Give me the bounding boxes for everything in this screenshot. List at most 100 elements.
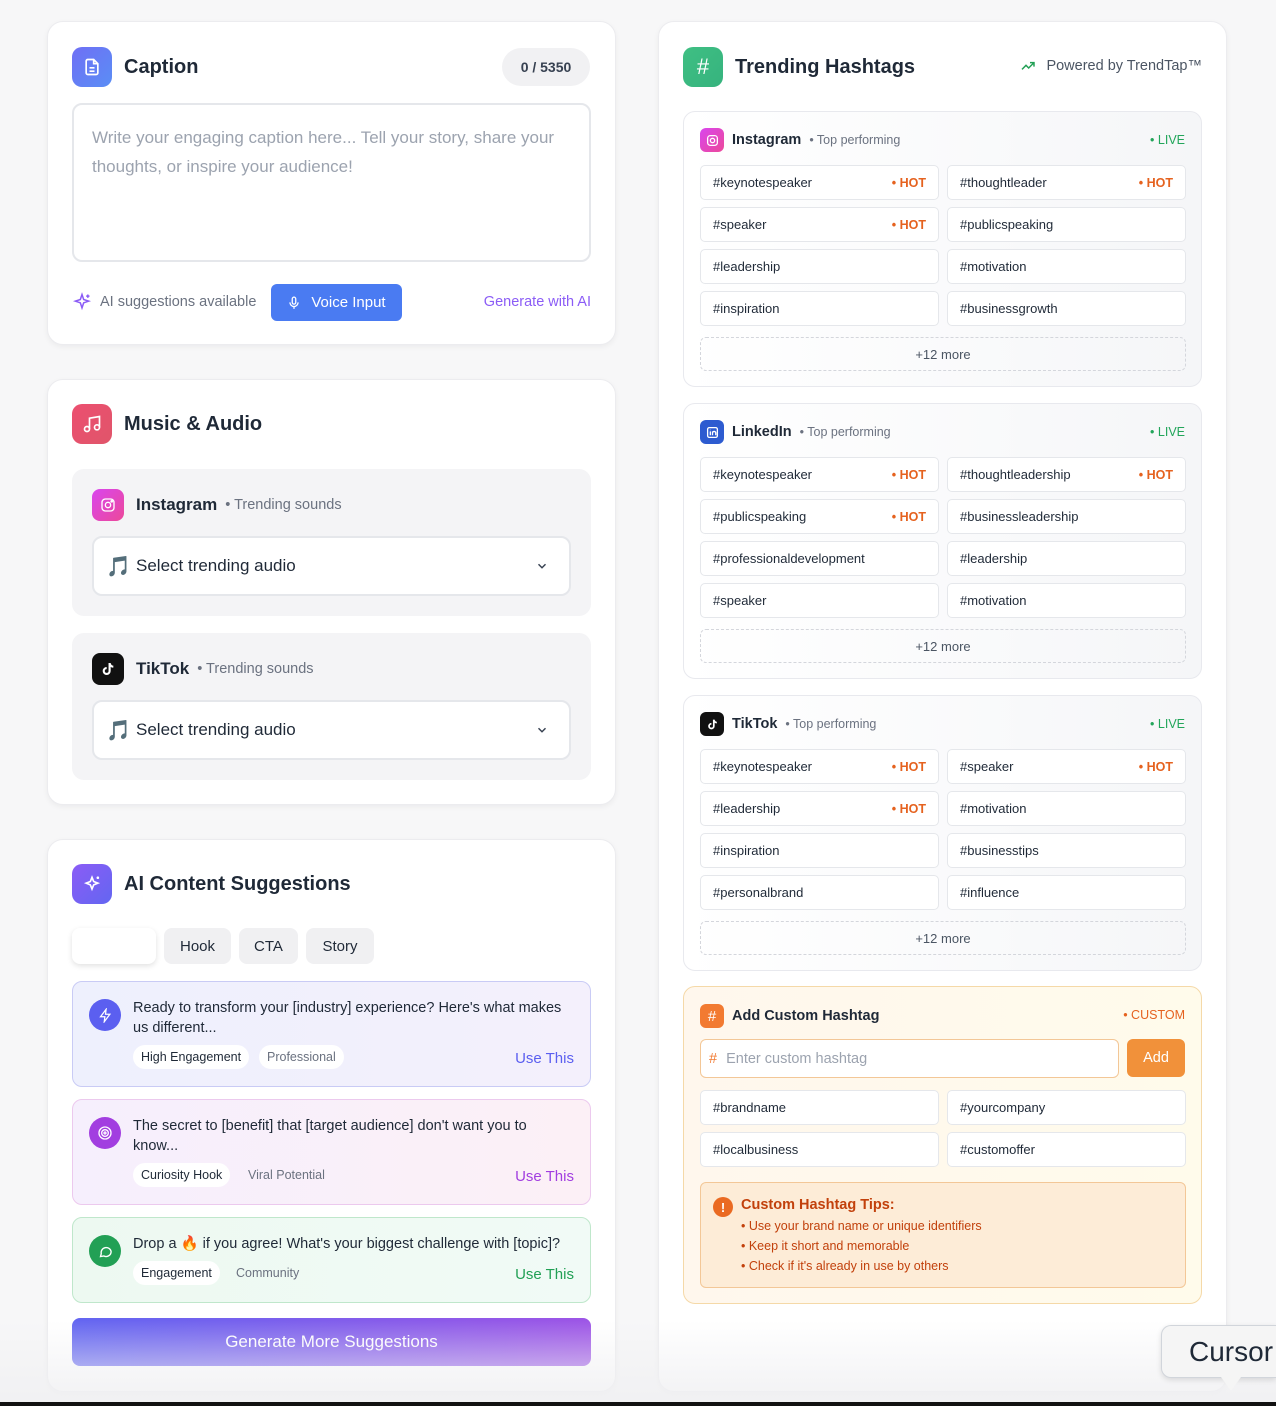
hashtag-chip[interactable]: #motivation [947, 249, 1186, 284]
platform-sub: • Trending sounds [225, 497, 342, 513]
hashtag-chip[interactable]: #businesstips [947, 833, 1186, 868]
suggestion-text: Drop a 🔥 if you agree! What's your bigge… [133, 1236, 561, 1252]
custom-badge: • CUSTOM [1123, 1008, 1185, 1022]
caption-input[interactable]: Write your engaging caption here... Tell… [72, 103, 591, 262]
hot-badge: • HOT [891, 217, 926, 232]
custom-tag[interactable]: #localbusiness [700, 1132, 939, 1167]
tag-text: #personalbrand [713, 885, 804, 900]
hashtag-chip[interactable]: #motivation [947, 791, 1186, 826]
hashtag-chip[interactable]: #businessleadership [947, 499, 1186, 534]
tag-text: #keynotespeaker [713, 175, 813, 190]
chat-bubble-icon [89, 1235, 121, 1267]
instagram-audio-select[interactable]: 🎵 Select trending audio [92, 536, 571, 596]
voice-input-button[interactable]: Voice Input [271, 284, 402, 321]
hashtag-chip[interactable]: #thoughtleadership • HOT [947, 457, 1186, 492]
tiktok-audio-select[interactable]: 🎵 Select trending audio [92, 700, 571, 760]
tiktok-audio-section: TikTok • Trending sounds 🎵 Select trendi… [72, 633, 591, 780]
tag-text: #leadership [713, 801, 781, 816]
tab-active[interactable] [72, 928, 156, 964]
custom-tag[interactable]: #yourcompany [947, 1090, 1186, 1125]
platform-name: LinkedIn [732, 424, 792, 440]
hot-badge: • HOT [891, 801, 926, 816]
chevron-down-icon [537, 563, 547, 569]
tab-cta[interactable]: CTA [239, 928, 298, 964]
tip-item: • Keep it short and memorable [741, 1239, 910, 1253]
hashtag-chip[interactable]: #professionaldevelopment [700, 541, 939, 576]
more-hashtags-button[interactable]: +12 more [700, 921, 1186, 955]
tag-text: #leadership [713, 259, 781, 274]
platform-name: TikTok [732, 716, 778, 732]
more-hashtags-button[interactable]: +12 more [700, 337, 1186, 371]
suggestion-item[interactable]: Ready to transform your [industry] exper… [72, 981, 591, 1087]
document-icon [72, 47, 112, 87]
hashtag-icon: # [683, 47, 723, 87]
hashtag-chip[interactable]: #keynotespeaker • HOT [700, 165, 939, 200]
hot-badge: • HOT [891, 759, 926, 774]
live-badge: • LIVE [1150, 425, 1185, 439]
hot-badge: • HOT [1138, 175, 1173, 190]
hashtag-chip[interactable]: #leadership [947, 541, 1186, 576]
hashtag-chip[interactable]: #speaker • HOT [700, 207, 939, 242]
tag-text: #inspiration [713, 843, 780, 858]
tag-text: #publicspeaking [713, 509, 807, 524]
use-this-button[interactable]: Use This [515, 1050, 574, 1067]
tips-box: ! Custom Hashtag Tips: • Use your brand … [700, 1182, 1186, 1288]
generate-more-button[interactable]: Generate More Suggestions [72, 1318, 591, 1366]
hashtag-chip[interactable]: #publicspeaking • HOT [700, 499, 939, 534]
hashtag-chip[interactable]: #businessgrowth [947, 291, 1186, 326]
sparkle-icon [72, 292, 92, 311]
bottom-edge-bar [0, 1402, 1276, 1406]
hashtag-chip[interactable]: #personalbrand [700, 875, 939, 910]
suggestion-item[interactable]: The secret to [benefit] that [target aud… [72, 1099, 591, 1205]
hashtag-chip[interactable]: #influence [947, 875, 1186, 910]
tag-text: #thoughtleader [960, 175, 1047, 190]
tag-text: #speaker [713, 217, 767, 232]
suggestion-item[interactable]: Drop a 🔥 if you agree! What's your bigge… [72, 1217, 591, 1303]
hashtag-chip[interactable]: #speaker [700, 583, 939, 618]
hashtag-chip[interactable]: #leadership [700, 249, 939, 284]
tab-hook[interactable]: Hook [164, 928, 231, 964]
instagram-icon [700, 128, 724, 152]
tag-text: #publicspeaking [960, 217, 1054, 232]
hashtag-chip[interactable]: #motivation [947, 583, 1186, 618]
tag-text: #speaker [713, 593, 767, 608]
hashtag-chip[interactable]: #thoughtleader • HOT [947, 165, 1186, 200]
hashtag-chip[interactable]: #leadership • HOT [700, 791, 939, 826]
chevron-down-icon [537, 727, 547, 733]
target-icon [89, 1117, 121, 1149]
custom-tag[interactable]: #brandname [700, 1090, 939, 1125]
hashtag-chip[interactable]: #speaker • HOT [947, 749, 1186, 784]
more-hashtags-button[interactable]: +12 more [700, 629, 1186, 663]
trending-up-icon [1021, 61, 1036, 70]
generate-with-ai-link[interactable]: Generate with AI [484, 294, 591, 310]
custom-tag[interactable]: #customoffer [947, 1132, 1186, 1167]
tag-text: #motivation [960, 259, 1027, 274]
add-button[interactable]: Add [1127, 1039, 1185, 1077]
hashtag-chip[interactable]: #keynotespeaker • HOT [700, 749, 939, 784]
alert-icon: ! [713, 1197, 733, 1217]
hashtag-chip[interactable]: #publicspeaking [947, 207, 1186, 242]
hot-badge: • HOT [891, 509, 926, 524]
platform-name: TikTok [136, 659, 190, 678]
tag-text: #brandname [713, 1100, 786, 1115]
character-counter: 0 / 5350 [502, 48, 590, 86]
hashtag-chip[interactable]: #inspiration [700, 291, 939, 326]
suggestion-chip: Community [236, 1266, 300, 1280]
select-label: Select trending audio [136, 720, 296, 739]
suggestion-chip: Curiosity Hook [133, 1163, 231, 1187]
custom-hashtag-input[interactable]: # Enter custom hashtag [700, 1039, 1119, 1078]
tag-text: #motivation [960, 593, 1027, 608]
platform-sub: • Top performing [785, 717, 877, 731]
hashtag-chip[interactable]: #keynotespeaker • HOT [700, 457, 939, 492]
platform-name: Instagram [732, 132, 802, 148]
hash-prefix-icon: # [709, 1050, 718, 1067]
suggestion-text: Ready to transform your [industry] exper… [133, 1000, 562, 1036]
use-this-button[interactable]: Use This [515, 1266, 574, 1283]
use-this-button[interactable]: Use This [515, 1168, 574, 1185]
custom-placeholder: Enter custom hashtag [726, 1050, 868, 1067]
tips-title: Custom Hashtag Tips: [741, 1197, 895, 1213]
custom-hashtag-section: # Add Custom Hashtag • CUSTOM # Enter cu… [683, 986, 1202, 1304]
hashtag-chip[interactable]: #inspiration [700, 833, 939, 868]
tab-story[interactable]: Story [306, 928, 374, 964]
tag-text: #thoughtleadership [960, 467, 1071, 482]
